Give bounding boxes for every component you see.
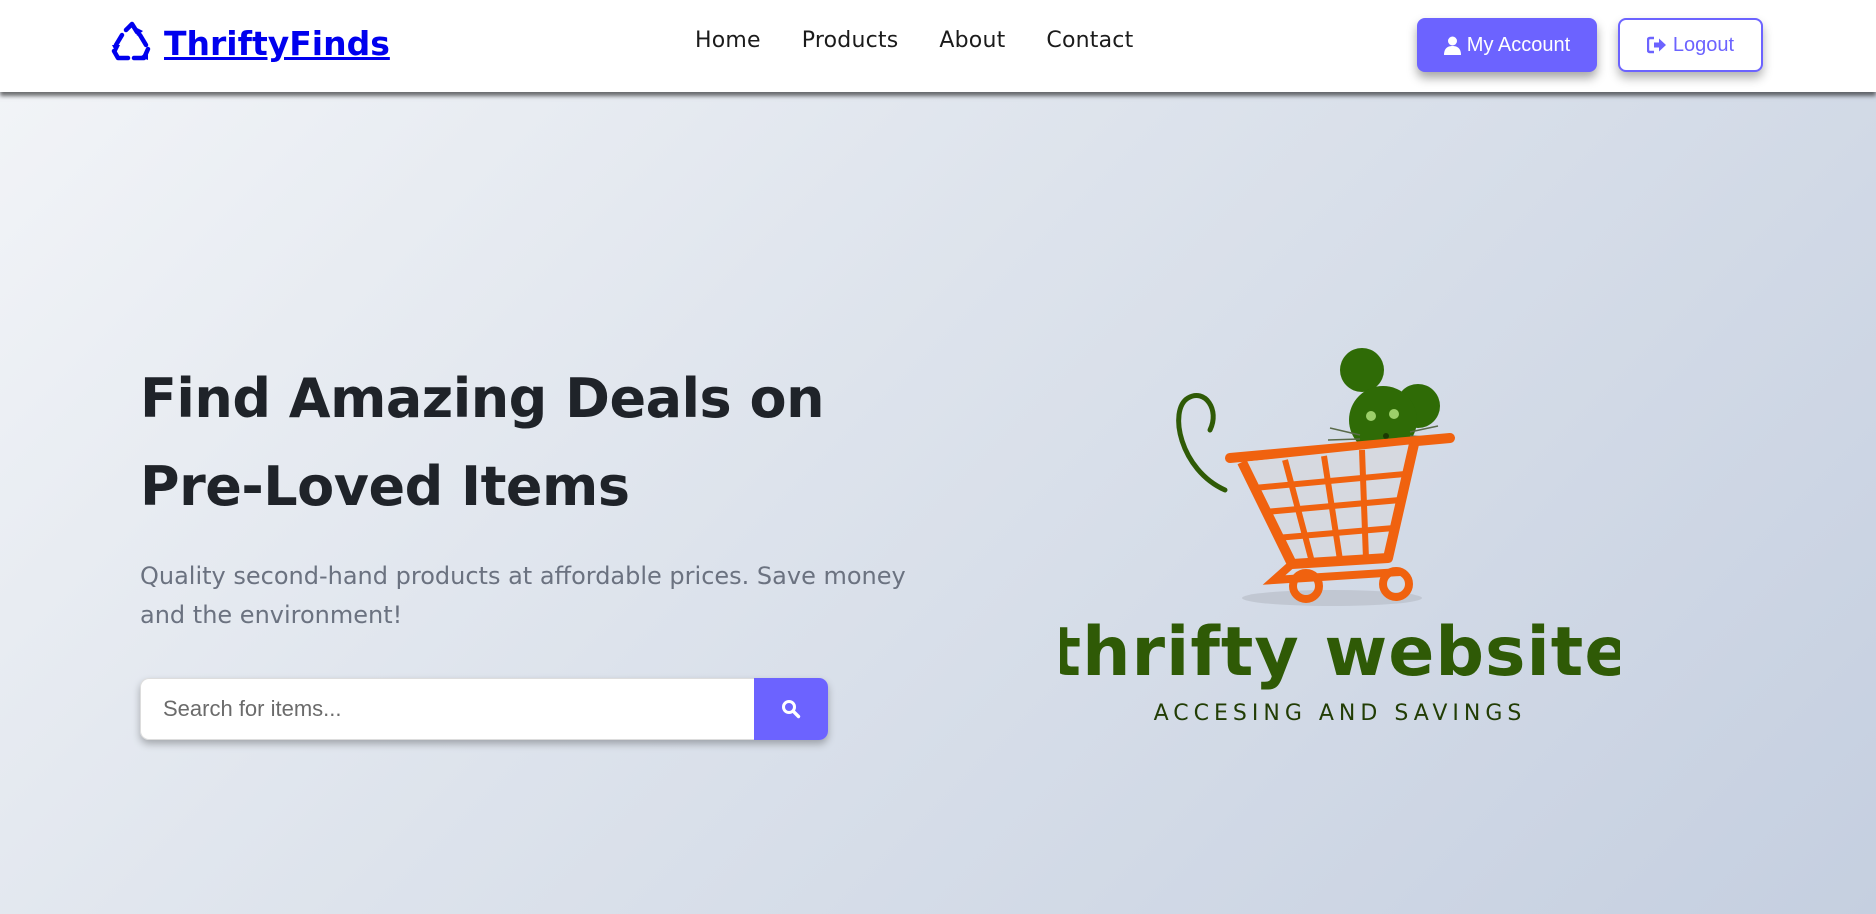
sign-out-icon: [1646, 36, 1667, 54]
search-button[interactable]: [754, 678, 828, 740]
navbar: ThriftyFinds Home Products About Contact…: [0, 0, 1876, 92]
logout-label: Logout: [1672, 33, 1735, 56]
thrifty-website-logo: thrifty website ACCESING AND SAVINGS: [1060, 348, 1620, 726]
logo-wordmark: thrifty website: [1060, 613, 1620, 692]
nav-products[interactable]: Products: [802, 28, 899, 53]
mouse-tail: [1176, 393, 1228, 493]
search-bar: [140, 678, 828, 740]
shopping-cart: [1225, 433, 1455, 603]
user-icon: [1443, 36, 1461, 55]
my-account-label: My Account: [1466, 33, 1571, 56]
hero-subtitle: Quality second-hand products at affordab…: [140, 562, 906, 629]
brand-link[interactable]: ThriftyFinds: [110, 18, 390, 68]
logout-button[interactable]: Logout: [1618, 18, 1763, 72]
brand-name: ThriftyFinds: [164, 23, 390, 63]
main-nav: Home Products About Contact: [695, 28, 1174, 53]
search-icon: [782, 700, 801, 719]
search-input[interactable]: [140, 678, 754, 740]
nav-contact[interactable]: Contact: [1046, 28, 1133, 53]
nav-home[interactable]: Home: [695, 28, 761, 53]
logo-tagline: ACCESING AND SAVINGS: [1154, 701, 1527, 726]
recycle-icon: [111, 21, 151, 61]
hero-title: Find Amazing Deals on Pre-Loved Items: [140, 367, 825, 518]
my-account-button[interactable]: My Account: [1417, 18, 1597, 72]
nav-about[interactable]: About: [939, 28, 1005, 53]
